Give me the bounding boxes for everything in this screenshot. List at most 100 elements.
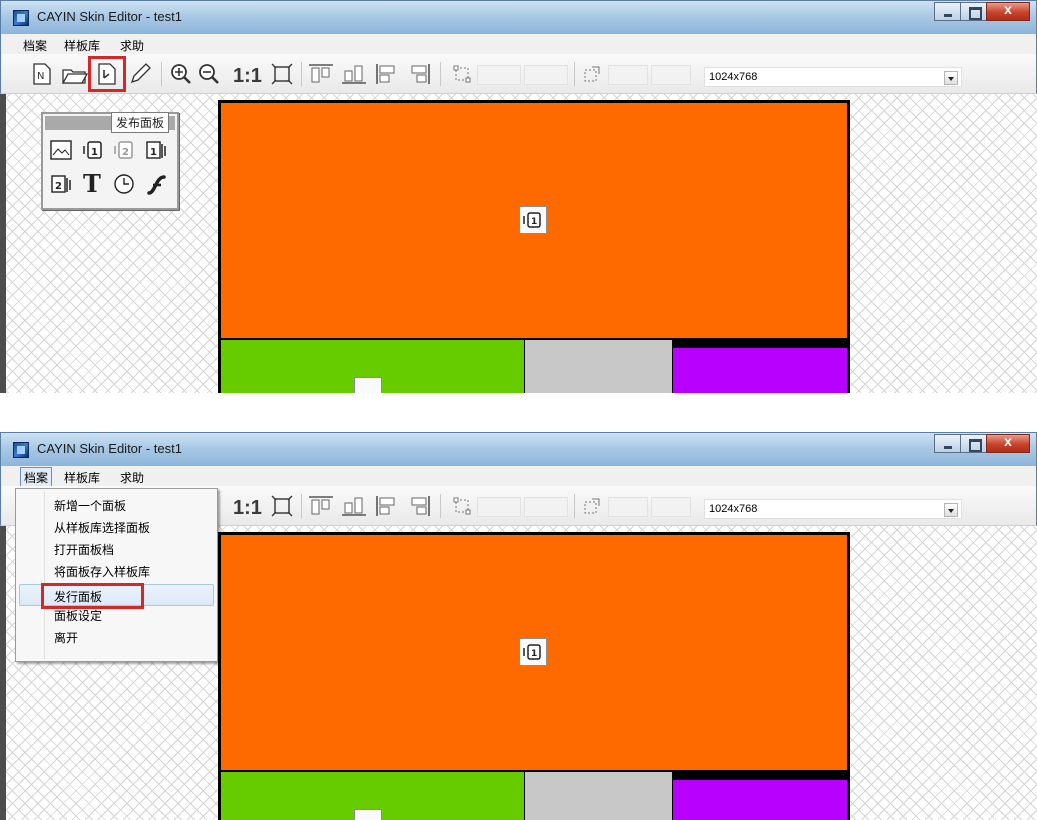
- toolbar: N 1:1 1024x768: [0, 54, 1037, 94]
- close-button[interactable]: [986, 433, 1030, 453]
- resize-icon[interactable]: [581, 492, 603, 520]
- width-field[interactable]: [608, 65, 648, 85]
- align-top-icon[interactable]: [307, 492, 335, 520]
- grey-zone[interactable]: [525, 340, 672, 393]
- svg-text:1: 1: [150, 147, 157, 158]
- app-icon: [13, 442, 29, 458]
- svg-text:T: T: [83, 170, 101, 194]
- title-bar: CAYIN Skin Editor - test1: [0, 0, 1037, 34]
- window-title: CAYIN Skin Editor - test1: [37, 9, 182, 24]
- purple-zone[interactable]: [673, 780, 847, 820]
- menu-item-save-to-library[interactable]: 将面板存入样板库: [54, 563, 150, 580]
- black-zone[interactable]: [673, 340, 847, 348]
- svg-text:2: 2: [122, 147, 129, 158]
- y-position-field[interactable]: [524, 65, 568, 85]
- menu-file[interactable]: 档案: [23, 37, 47, 54]
- zoom-actual-size-button[interactable]: 1:1: [233, 497, 262, 520]
- video-zone-2-icon[interactable]: 2: [112, 138, 136, 162]
- publish-palette[interactable]: 发布面板 1 2 1 2 T: [41, 112, 179, 210]
- align-right-icon[interactable]: [405, 492, 433, 520]
- palette-tooltip: 发布面板: [111, 112, 170, 133]
- minimize-button[interactable]: [934, 2, 961, 21]
- zoom-in-icon[interactable]: [169, 60, 193, 88]
- menu-templates[interactable]: 样板库: [64, 37, 100, 54]
- video-zone-1[interactable]: 1: [221, 535, 847, 771]
- fit-screen-icon[interactable]: [269, 492, 295, 520]
- open-folder-icon[interactable]: [61, 60, 89, 88]
- menu-file[interactable]: 档案: [20, 467, 53, 488]
- resolution-select[interactable]: 1024x768: [704, 67, 962, 87]
- select-icon[interactable]: [451, 60, 473, 88]
- skin-stage[interactable]: 1: [218, 532, 850, 820]
- height-field[interactable]: [651, 65, 691, 85]
- video-zone-1[interactable]: 1: [221, 103, 847, 339]
- menu-item-select-from-library[interactable]: 从样板库选择面板: [54, 519, 150, 536]
- image-zone-icon[interactable]: [49, 138, 73, 162]
- close-button[interactable]: [986, 1, 1030, 21]
- chevron-down-icon[interactable]: [944, 71, 958, 85]
- new-skin-icon[interactable]: N: [31, 60, 53, 88]
- menu-item-exit[interactable]: 离开: [54, 629, 78, 646]
- file-menu-dropdown: 新增一个面板 从样板库选择面板 打开面板档 将面板存入样板库 发行面板 面板设定…: [15, 488, 218, 662]
- width-field[interactable]: [608, 497, 648, 517]
- y-position-field[interactable]: [524, 497, 568, 517]
- menu-item-skin-settings[interactable]: 面板设定: [54, 607, 102, 624]
- zoom-out-icon[interactable]: [197, 60, 221, 88]
- menu-item-publish-skin-label: 发行面板: [54, 590, 103, 604]
- clock-zone-icon[interactable]: [112, 172, 136, 196]
- resolution-value: 1024x768: [709, 71, 758, 83]
- zoom-actual-size-button[interactable]: 1:1: [233, 65, 262, 88]
- svg-text:N: N: [37, 71, 44, 82]
- screenshot-2: CAYIN Skin Editor - test1 档案 样板库 求助 1:1: [0, 432, 1037, 820]
- window-title: CAYIN Skin Editor - test1: [37, 441, 182, 456]
- skin-stage[interactable]: 1: [218, 100, 850, 393]
- chevron-down-icon[interactable]: [944, 503, 958, 517]
- menu-item-open-skin-file[interactable]: 打开面板档: [54, 541, 114, 558]
- media-zone-2-icon: [354, 377, 382, 393]
- app-icon: [13, 10, 29, 26]
- resize-icon[interactable]: [581, 60, 603, 88]
- media-zone-1-icon[interactable]: 1: [144, 138, 168, 162]
- align-top-icon[interactable]: [307, 60, 335, 88]
- menu-help[interactable]: 求助: [120, 37, 144, 54]
- resolution-select[interactable]: 1024x768: [704, 499, 962, 519]
- svg-text:1: 1: [531, 649, 537, 659]
- maximize-button[interactable]: [960, 2, 987, 21]
- text-zone-icon[interactable]: T: [81, 170, 105, 194]
- x-position-field[interactable]: [477, 497, 521, 517]
- align-left-icon[interactable]: [373, 492, 401, 520]
- grey-zone[interactable]: [525, 772, 672, 820]
- svg-text:1: 1: [531, 217, 537, 227]
- select-icon[interactable]: [451, 492, 473, 520]
- menu-help[interactable]: 求助: [120, 469, 144, 486]
- purple-zone[interactable]: [673, 348, 847, 393]
- align-bottom-icon[interactable]: [340, 60, 368, 88]
- height-field[interactable]: [651, 497, 691, 517]
- video-zone-1-icon: 1: [519, 206, 547, 234]
- pencil-icon[interactable]: [127, 60, 153, 88]
- resolution-value: 1024x768: [709, 503, 758, 515]
- media-zone-2[interactable]: [221, 340, 524, 393]
- video-zone-1-icon: 1: [519, 638, 547, 666]
- menu-templates[interactable]: 样板库: [64, 469, 100, 486]
- x-position-field[interactable]: [477, 65, 521, 85]
- svg-text:1: 1: [91, 147, 98, 158]
- menu-item-publish-skin[interactable]: 发行面板: [19, 583, 214, 609]
- canvas-area[interactable]: 1 发布面板 1 2 1 2 T: [0, 94, 1037, 393]
- video-zone-1-icon[interactable]: 1: [81, 138, 105, 162]
- minimize-button[interactable]: [934, 434, 961, 453]
- media-zone-2[interactable]: [221, 772, 524, 820]
- flash-zone-icon[interactable]: [144, 172, 168, 196]
- align-right-icon[interactable]: [405, 60, 433, 88]
- menu-bar: 档案 样板库 求助: [0, 466, 1037, 488]
- fit-screen-icon[interactable]: [269, 60, 295, 88]
- menu-item-new-skin[interactable]: 新增一个面板: [54, 497, 126, 514]
- align-bottom-icon[interactable]: [340, 492, 368, 520]
- publish-icon[interactable]: [88, 56, 126, 92]
- align-left-icon[interactable]: [373, 60, 401, 88]
- screenshot-1: CAYIN Skin Editor - test1 档案 样板库 求助 N: [0, 0, 1037, 393]
- media-zone-2-icon[interactable]: 2: [49, 172, 73, 196]
- title-bar: CAYIN Skin Editor - test1: [0, 432, 1037, 466]
- black-zone[interactable]: [673, 772, 847, 780]
- maximize-button[interactable]: [960, 434, 987, 453]
